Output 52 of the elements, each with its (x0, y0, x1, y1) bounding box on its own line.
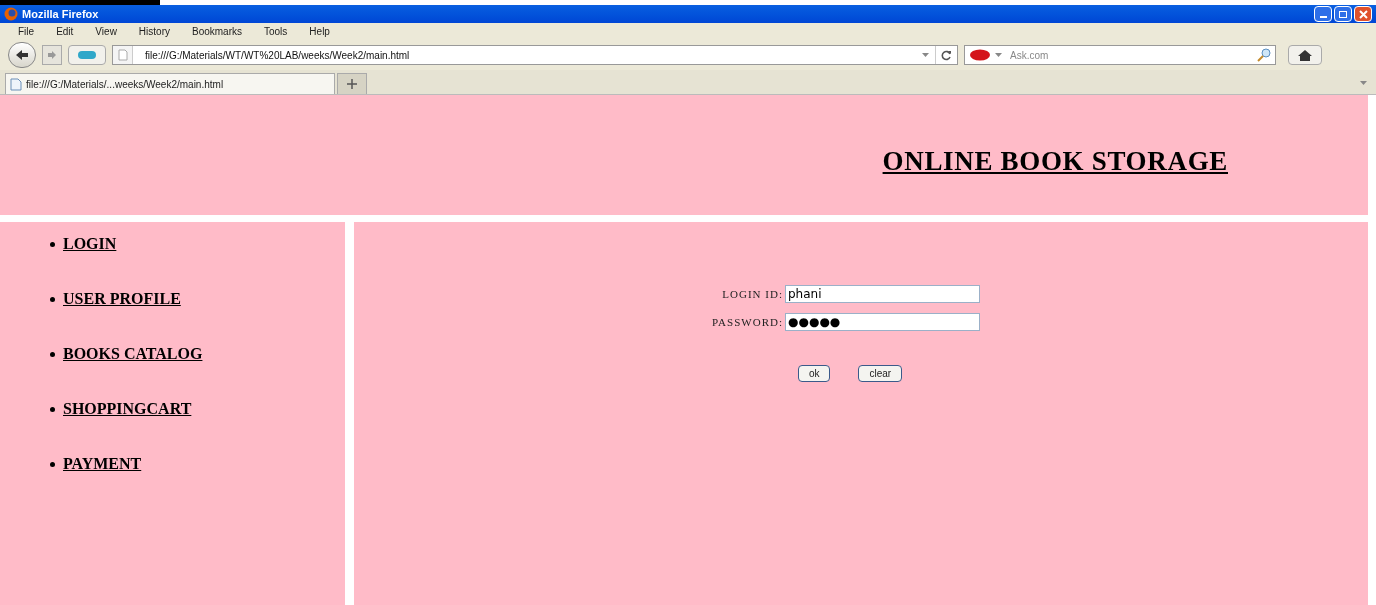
search-input[interactable]: Ask.com (1010, 47, 1253, 63)
dropdown-icon (1360, 81, 1367, 85)
search-icon (1257, 48, 1271, 62)
home-icon (1298, 49, 1312, 61)
nav-link[interactable]: LOGIN (63, 232, 117, 256)
ask-logo-icon (969, 49, 991, 61)
reload-icon (941, 49, 952, 61)
menu-item[interactable]: Help (309, 24, 330, 39)
input-field[interactable]: phani (784, 285, 980, 303)
close-button[interactable] (1354, 6, 1372, 22)
plus-icon (347, 79, 357, 89)
back-arrow-icon (15, 49, 29, 61)
pill-icon (77, 50, 97, 60)
home-button[interactable] (1288, 45, 1322, 65)
bullet-icon (50, 406, 55, 412)
dropdown-icon (922, 53, 929, 57)
nav-link[interactable]: SHOPPINGCART (63, 397, 192, 421)
firefox-logo-icon (4, 7, 18, 21)
minimize-button[interactable] (1314, 6, 1332, 22)
bullet-icon (50, 351, 55, 357)
close-icon (1358, 9, 1368, 19)
field-label: LOGIN ID: (722, 286, 783, 302)
nav-link[interactable]: PAYMENT (63, 452, 142, 476)
nav-link[interactable]: USER PROFILE (63, 287, 181, 311)
page-icon (117, 49, 128, 61)
new-tab-button[interactable] (337, 73, 367, 94)
menu-item[interactable]: Bookmarks (192, 24, 242, 39)
menu-item[interactable]: Tools (264, 24, 288, 39)
menu-item[interactable]: View (95, 24, 117, 39)
bullet-icon (50, 461, 55, 467)
restore-button[interactable] (1334, 6, 1352, 22)
dropdown-icon (995, 53, 1002, 57)
page-icon (10, 77, 22, 91)
forward-arrow-icon (47, 50, 57, 60)
address-bar[interactable]: file:///G:/Materials/WT/WT%20LAB/weeks/Week2/main.html (112, 45, 958, 65)
form-button[interactable]: ok (797, 365, 831, 382)
nav-link[interactable]: BOOKS CATALOG (63, 342, 203, 366)
bullet-icon (50, 296, 55, 302)
address-text: file:///G:/Materials/WT/WT%20LAB/weeks/Week2/main.html (145, 48, 410, 63)
browser-tab[interactable]: file:///G:/Materials/...weeks/Week2/main.html (5, 73, 335, 94)
form-button[interactable]: clear (858, 365, 903, 382)
menu-item[interactable]: File (18, 24, 35, 39)
tab-title: file:///G:/Materials/...weeks/Week2/main.html (26, 77, 224, 92)
page-heading: ONLINE BOOK STORAGE (882, 144, 1228, 178)
bullet-icon (50, 241, 55, 247)
menu-item[interactable]: Edit (56, 24, 74, 39)
window-title: Mozilla Firefox (22, 6, 99, 22)
back-button[interactable] (8, 42, 36, 68)
menu-item[interactable]: History (138, 24, 170, 39)
field-label: PASSWORD: (712, 314, 783, 330)
search-field[interactable]: Ask.com (964, 45, 1276, 65)
input-field[interactable]: ●●●●● (784, 313, 980, 331)
